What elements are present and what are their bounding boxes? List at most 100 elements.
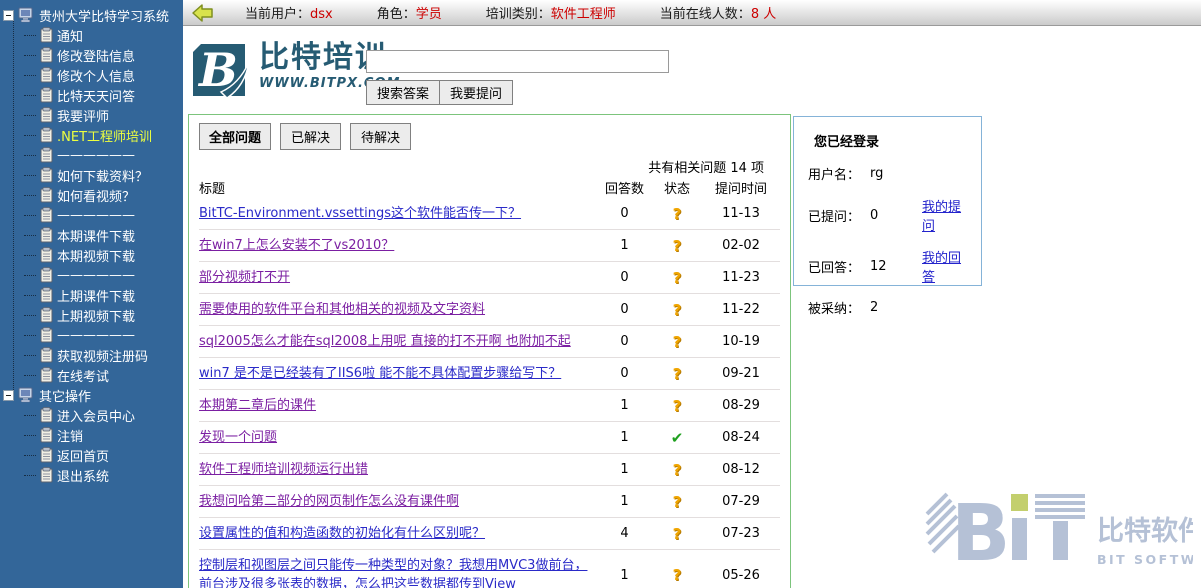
sidebar-item-22[interactable]: 返回首页 xyxy=(0,445,183,465)
question-link[interactable]: 在win7上怎么安装不了vs2010？ xyxy=(199,238,394,253)
question-mark-icon: ? xyxy=(652,333,702,351)
sidebar-item-15[interactable]: 上期视频下载 xyxy=(0,305,183,325)
sidebar-item-label[interactable]: 在线考试 xyxy=(57,366,109,385)
answered-row: 已回答： 12 我的回答 xyxy=(808,247,969,285)
sidebar-item-9[interactable]: 如何看视频？ xyxy=(0,185,183,205)
sidebar-item-label[interactable]: 本期课件下载 xyxy=(57,226,135,245)
question-link[interactable]: 发现一个问题 xyxy=(199,430,277,445)
sidebar-item-label[interactable]: —————— xyxy=(57,268,135,283)
sidebar-item-21[interactable]: 注销 xyxy=(0,425,183,445)
questions-total: 共有相关问题 14 项 xyxy=(199,157,780,176)
ask-date: 02-02 xyxy=(702,238,780,253)
tree-root-label[interactable]: 其它操作 xyxy=(39,386,91,405)
my-answers-link[interactable]: 我的回答 xyxy=(922,247,969,285)
sidebar-item-label[interactable]: —————— xyxy=(57,148,135,163)
notepad-icon xyxy=(40,127,53,143)
sidebar-item-17[interactable]: 获取视频注册码 xyxy=(0,345,183,365)
adopted-count: 2 xyxy=(870,300,922,315)
tree-root-label[interactable]: 贵州大学比特学习系统 xyxy=(39,6,169,25)
tree-branch-line xyxy=(24,75,36,76)
sidebar-item-18[interactable]: 在线考试 xyxy=(0,365,183,385)
answer-count: 1 xyxy=(597,568,652,583)
notepad-icon xyxy=(40,447,53,463)
sidebar-item-14[interactable]: 上期课件下载 xyxy=(0,285,183,305)
question-link[interactable]: 控制层和视图层之间只能传一种类型的对象？我想用MVC3做前台，前台涉及很多张表的… xyxy=(199,558,587,588)
question-link[interactable]: 设置属性的值和构造函数的初始化有什么区别呢？ xyxy=(199,526,485,541)
question-link[interactable]: 软件工程师培训视频运行出错 xyxy=(199,462,368,477)
question-link[interactable]: sql2005怎么才能在sql2008上用呢 直接的打不开啊 也附加不起 xyxy=(199,334,571,349)
tab-unsolved[interactable]: 待解决 xyxy=(350,123,411,150)
sidebar-item-4[interactable]: 比特天天问答 xyxy=(0,85,183,105)
sidebar-root-19[interactable]: 其它操作 xyxy=(0,385,183,405)
role-value: 学员 xyxy=(416,7,442,22)
sidebar-item-label[interactable]: 退出系统 xyxy=(57,466,109,485)
question-link[interactable]: 本期第二章后的课件 xyxy=(199,398,316,413)
sidebar-item-12[interactable]: 本期视频下载 xyxy=(0,245,183,265)
sidebar-item-label[interactable]: 我要评师 xyxy=(57,106,109,125)
sidebar-item-3[interactable]: 修改个人信息 xyxy=(0,65,183,85)
ask-date: 07-23 xyxy=(702,526,780,541)
search-answers-button[interactable]: 搜索答案 xyxy=(366,80,440,105)
sidebar-item-8[interactable]: 如何下载资料？ xyxy=(0,165,183,185)
sidebar-item-16[interactable]: —————— xyxy=(0,325,183,345)
ask-date: 08-12 xyxy=(702,462,780,477)
notepad-icon xyxy=(40,367,53,383)
adopted-row: 被采纳： 2 xyxy=(808,298,969,317)
ask-date: 08-29 xyxy=(702,398,780,413)
sidebar-item-label[interactable]: —————— xyxy=(57,208,135,223)
question-row: 设置属性的值和构造函数的初始化有什么区别呢？4?07-23 xyxy=(199,518,780,550)
tab-all-questions[interactable]: 全部问题 xyxy=(199,123,271,150)
sidebar-item-label[interactable]: 修改登陆信息 xyxy=(57,46,135,65)
sidebar-item-label[interactable]: 如何看视频？ xyxy=(57,186,135,205)
sidebar-item-label[interactable]: 进入会员中心 xyxy=(57,406,135,425)
sidebar-item-2[interactable]: 修改登陆信息 xyxy=(0,45,183,65)
sidebar-item-label[interactable]: 修改个人信息 xyxy=(57,66,135,85)
tree-branch-line xyxy=(24,215,36,216)
username-label: 用户名： xyxy=(808,164,870,183)
ask-date: 07-29 xyxy=(702,494,780,509)
ask-question-button[interactable]: 我要提问 xyxy=(439,80,513,105)
question-title-cell: 在win7上怎么安装不了vs2010？ xyxy=(199,236,597,255)
sidebar-item-6[interactable]: .NET工程师培训 xyxy=(0,125,183,145)
sidebar-item-label[interactable]: 上期视频下载 xyxy=(57,306,135,325)
answer-count: 1 xyxy=(597,430,652,445)
sidebar-item-label[interactable]: —————— xyxy=(57,328,135,343)
online-count: 当前在线人数：8 人 xyxy=(660,3,776,22)
sidebar-item-1[interactable]: 通知 xyxy=(0,25,183,45)
sidebar-item-20[interactable]: 进入会员中心 xyxy=(0,405,183,425)
question-title-cell: BitTC-Environment.vssettings这个软件能否传一下？ xyxy=(199,204,597,223)
question-link[interactable]: BitTC-Environment.vssettings这个软件能否传一下？ xyxy=(199,206,521,221)
sidebar-item-label[interactable]: 上期课件下载 xyxy=(57,286,135,305)
question-row: 控制层和视图层之间只能传一种类型的对象？我想用MVC3做前台，前台涉及很多张表的… xyxy=(199,550,780,588)
sidebar-item-label[interactable]: 通知 xyxy=(57,26,83,45)
tree-collapse-icon[interactable] xyxy=(3,390,14,401)
sidebar-item-label[interactable]: 获取视频注册码 xyxy=(57,346,148,365)
asked-row: 已提问： 0 我的提问 xyxy=(808,196,969,234)
back-arrow-icon[interactable] xyxy=(191,3,215,23)
question-link[interactable]: 我想问哈第二部分的网页制作怎么没有课件啊 xyxy=(199,494,459,509)
search-input[interactable] xyxy=(366,50,669,73)
tab-solved[interactable]: 已解决 xyxy=(280,123,341,150)
role-label: 角色： xyxy=(377,7,416,22)
sidebar-item-7[interactable]: —————— xyxy=(0,145,183,165)
sidebar-item-10[interactable]: —————— xyxy=(0,205,183,225)
sidebar-item-5[interactable]: 我要评师 xyxy=(0,105,183,125)
sidebar-item-13[interactable]: —————— xyxy=(0,265,183,285)
sidebar-root-0[interactable]: 贵州大学比特学习系统 xyxy=(0,5,183,25)
question-mark-icon: ? xyxy=(652,461,702,479)
question-mark-icon: ? xyxy=(652,397,702,415)
tree-collapse-icon[interactable] xyxy=(3,10,14,21)
sidebar-item-23[interactable]: 退出系统 xyxy=(0,465,183,485)
tree-branch-line xyxy=(24,415,36,416)
sidebar-item-label[interactable]: 比特天天问答 xyxy=(57,86,135,105)
sidebar-item-label[interactable]: 如何下载资料？ xyxy=(57,166,148,185)
sidebar-item-label[interactable]: 返回首页 xyxy=(57,446,109,465)
sidebar-item-label[interactable]: .NET工程师培训 xyxy=(57,126,152,145)
sidebar-item-label[interactable]: 注销 xyxy=(57,426,83,445)
my-questions-link[interactable]: 我的提问 xyxy=(922,196,969,234)
question-link[interactable]: 需要使用的软件平台和其他相关的视频及文字资料 xyxy=(199,302,485,317)
question-link[interactable]: 部分视频打不开 xyxy=(199,270,290,285)
sidebar-item-11[interactable]: 本期课件下载 xyxy=(0,225,183,245)
sidebar-item-label[interactable]: 本期视频下载 xyxy=(57,246,135,265)
question-link[interactable]: win7 是不是已经装有了IIS6啦 能不能不具体配置步骤给写下？ xyxy=(199,366,561,381)
